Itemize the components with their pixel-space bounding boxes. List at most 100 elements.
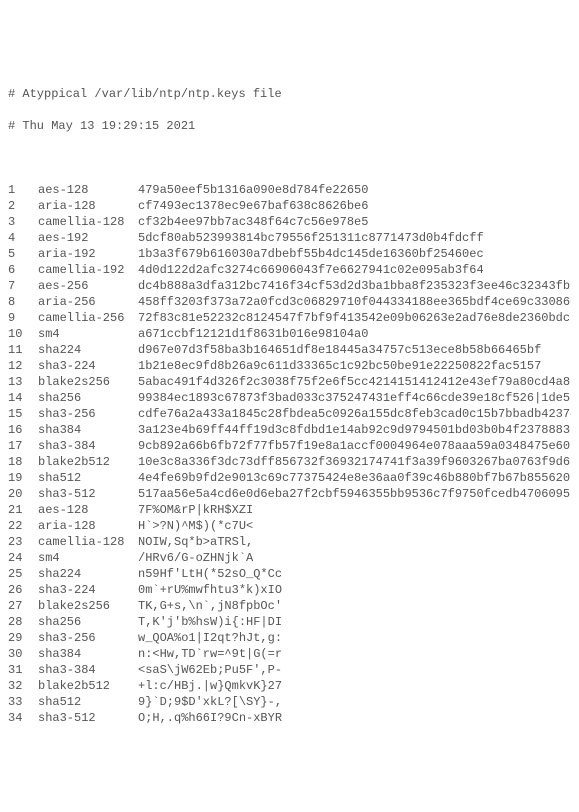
key-value: 99384ec1893c67873f3bad033c375247431eff4c…: [138, 390, 571, 406]
key-algorithm: sha3-512: [38, 486, 138, 502]
key-value: 479a50eef5b1316a090e8d784fe22650: [138, 182, 571, 198]
key-rows: 1aes-128479a50eef5b1316a090e8d784fe22650…: [8, 182, 571, 726]
key-value: 9}`D;9$D'xkL?[\SY}-,: [138, 694, 571, 710]
key-value: /HRv6/G-oZHNjk`A: [138, 550, 571, 566]
key-row: 1aes-128479a50eef5b1316a090e8d784fe22650: [8, 182, 571, 198]
key-algorithm: sha224: [38, 342, 138, 358]
key-value: cdfe76a2a433a1845c28fbdea5c0926a155dc8fe…: [138, 406, 571, 422]
key-value: 5abac491f4d326f2c3038f75f2e6f5cc42141514…: [138, 374, 571, 390]
key-algorithm: aria-128: [38, 198, 138, 214]
key-algorithm: sha3-512: [38, 710, 138, 726]
key-value: NOIW,Sq*b>aTRSl,: [138, 534, 571, 550]
key-number: 31: [8, 662, 38, 678]
key-row: 13blake2s2565abac491f4d326f2c3038f75f2e6…: [8, 374, 571, 390]
key-row: 17sha3-3849cb892a66b6fb72f77fb57f19e8a1a…: [8, 438, 571, 454]
key-algorithm: aria-256: [38, 294, 138, 310]
key-value: 458ff3203f373a72a0fcd3c06829710f04433418…: [138, 294, 571, 310]
key-number: 24: [8, 550, 38, 566]
key-value: 10e3c8a336f3dc73dff856732f36932174741f3a…: [138, 454, 571, 470]
key-algorithm: aria-192: [38, 246, 138, 262]
key-algorithm: aes-256: [38, 278, 138, 294]
key-number: 14: [8, 390, 38, 406]
key-value: 7F%OM&rP|kRH$XZI: [138, 502, 571, 518]
key-number: 15: [8, 406, 38, 422]
key-number: 4: [8, 230, 38, 246]
key-value: T,K'j'b%hsW)i{:HF|DI: [138, 614, 571, 630]
key-value: 4d0d122d2afc3274c66906043f7e6627941c02e0…: [138, 262, 571, 278]
blank-line: [8, 150, 571, 166]
key-value: a671ccbf12121d1f8631b016e98104a0: [138, 326, 571, 342]
key-value: O;H,.q%h66I?9Cn-xBYR: [138, 710, 571, 726]
key-number: 7: [8, 278, 38, 294]
key-number: 2: [8, 198, 38, 214]
key-number: 30: [8, 646, 38, 662]
key-row: 29sha3-256w_QOA%o1|I2qt?hJt,g:: [8, 630, 571, 646]
key-value: 1b3a3f679b616030a7dbebf55b4dc145de16360b…: [138, 246, 571, 262]
key-algorithm: aes-192: [38, 230, 138, 246]
key-value: d967e07d3f58ba3b164651df8e18445a34757c51…: [138, 342, 571, 358]
key-number: 6: [8, 262, 38, 278]
key-value: cf7493ec1378ec9e67baf638c8626be6: [138, 198, 571, 214]
key-row: 3camellia-128cf32b4ee97bb7ac348f64c7c56e…: [8, 214, 571, 230]
key-algorithm: sha384: [38, 646, 138, 662]
key-number: 12: [8, 358, 38, 374]
key-algorithm: camellia-192: [38, 262, 138, 278]
key-number: 27: [8, 598, 38, 614]
key-row: 10sm4a671ccbf12121d1f8631b016e98104a0: [8, 326, 571, 342]
key-number: 16: [8, 422, 38, 438]
key-row: 9camellia-25672f83c81e52232c8124547f7bf9…: [8, 310, 571, 326]
key-row: 16sha3843a123e4b69ff44ff19d3c8fdbd1e14ab…: [8, 422, 571, 438]
key-number: 17: [8, 438, 38, 454]
key-algorithm: sha512: [38, 694, 138, 710]
key-algorithm: camellia-128: [38, 534, 138, 550]
key-row: 2aria-128cf7493ec1378ec9e67baf638c8626be…: [8, 198, 571, 214]
key-algorithm: sha256: [38, 390, 138, 406]
key-row: 15sha3-256cdfe76a2a433a1845c28fbdea5c092…: [8, 406, 571, 422]
key-row: 19sha5124e4fe69b9fd2e9013c69c77375424e8e…: [8, 470, 571, 486]
key-row: 27blake2s256TK,G+s,\n`,jN8fpbOc': [8, 598, 571, 614]
key-value: TK,G+s,\n`,jN8fpbOc': [138, 598, 571, 614]
key-value: H`>?N)^M$)(*c7U<: [138, 518, 571, 534]
key-row: 23camellia-128NOIW,Sq*b>aTRSl,: [8, 534, 571, 550]
key-row: 12sha3-2241b21e8ec9fd8b26a9c611d33365c1c…: [8, 358, 571, 374]
key-number: 26: [8, 582, 38, 598]
key-algorithm: sha512: [38, 470, 138, 486]
key-algorithm: blake2b512: [38, 678, 138, 694]
key-value: dc4b888a3dfa312bc7416f34cf53d2d3ba1bba8f…: [138, 278, 571, 294]
key-algorithm: sha256: [38, 614, 138, 630]
key-row: 31sha3-384<saS\jW62Eb;Pu5F',P-: [8, 662, 571, 678]
key-value: cf32b4ee97bb7ac348f64c7c56e978e5: [138, 214, 571, 230]
key-algorithm: sha3-384: [38, 662, 138, 678]
key-row: 34sha3-512O;H,.q%h66I?9Cn-xBYR: [8, 710, 571, 726]
key-number: 23: [8, 534, 38, 550]
comment-header-2: # Thu May 13 19:29:15 2021: [8, 118, 571, 134]
key-number: 8: [8, 294, 38, 310]
key-row: 33sha5129}`D;9$D'xkL?[\SY}-,: [8, 694, 571, 710]
key-algorithm: sha3-384: [38, 438, 138, 454]
key-number: 32: [8, 678, 38, 694]
key-number: 22: [8, 518, 38, 534]
ntp-keys-file: # Atyppical /var/lib/ntp/ntp.keys file #…: [0, 64, 579, 748]
key-number: 34: [8, 710, 38, 726]
key-value: 5dcf80ab523993814bc79556f251311c8771473d…: [138, 230, 571, 246]
key-algorithm: sm4: [38, 550, 138, 566]
key-value: 9cb892a66b6fb72f77fb57f19e8a1accf0004964…: [138, 438, 571, 454]
key-algorithm: sha224: [38, 566, 138, 582]
key-number: 9: [8, 310, 38, 326]
key-algorithm: aes-128: [38, 182, 138, 198]
key-row: 24sm4/HRv6/G-oZHNjk`A: [8, 550, 571, 566]
key-row: 14sha25699384ec1893c67873f3bad033c375247…: [8, 390, 571, 406]
key-row: 20sha3-512517aa56e5a4cd6e0d6eba27f2cbf59…: [8, 486, 571, 502]
key-number: 29: [8, 630, 38, 646]
key-algorithm: camellia-256: [38, 310, 138, 326]
key-value: n59Hf'LtH(*52sO_Q*Cc: [138, 566, 571, 582]
key-value: +l:c/HBj.|w}QmkvK}27: [138, 678, 571, 694]
key-value: w_QOA%o1|I2qt?hJt,g:: [138, 630, 571, 646]
key-row: 25sha224n59Hf'LtH(*52sO_Q*Cc: [8, 566, 571, 582]
key-number: 33: [8, 694, 38, 710]
key-value: 0m`+rU%mwfhtu3*k)xIO: [138, 582, 571, 598]
key-row: 5aria-1921b3a3f679b616030a7dbebf55b4dc14…: [8, 246, 571, 262]
key-value: 1b21e8ec9fd8b26a9c611d33365c1c92bc50be91…: [138, 358, 571, 374]
key-row: 32blake2b512+l:c/HBj.|w}QmkvK}27: [8, 678, 571, 694]
key-value: 3a123e4b69ff44ff19d3c8fdbd1e14ab92c9d979…: [138, 422, 571, 438]
